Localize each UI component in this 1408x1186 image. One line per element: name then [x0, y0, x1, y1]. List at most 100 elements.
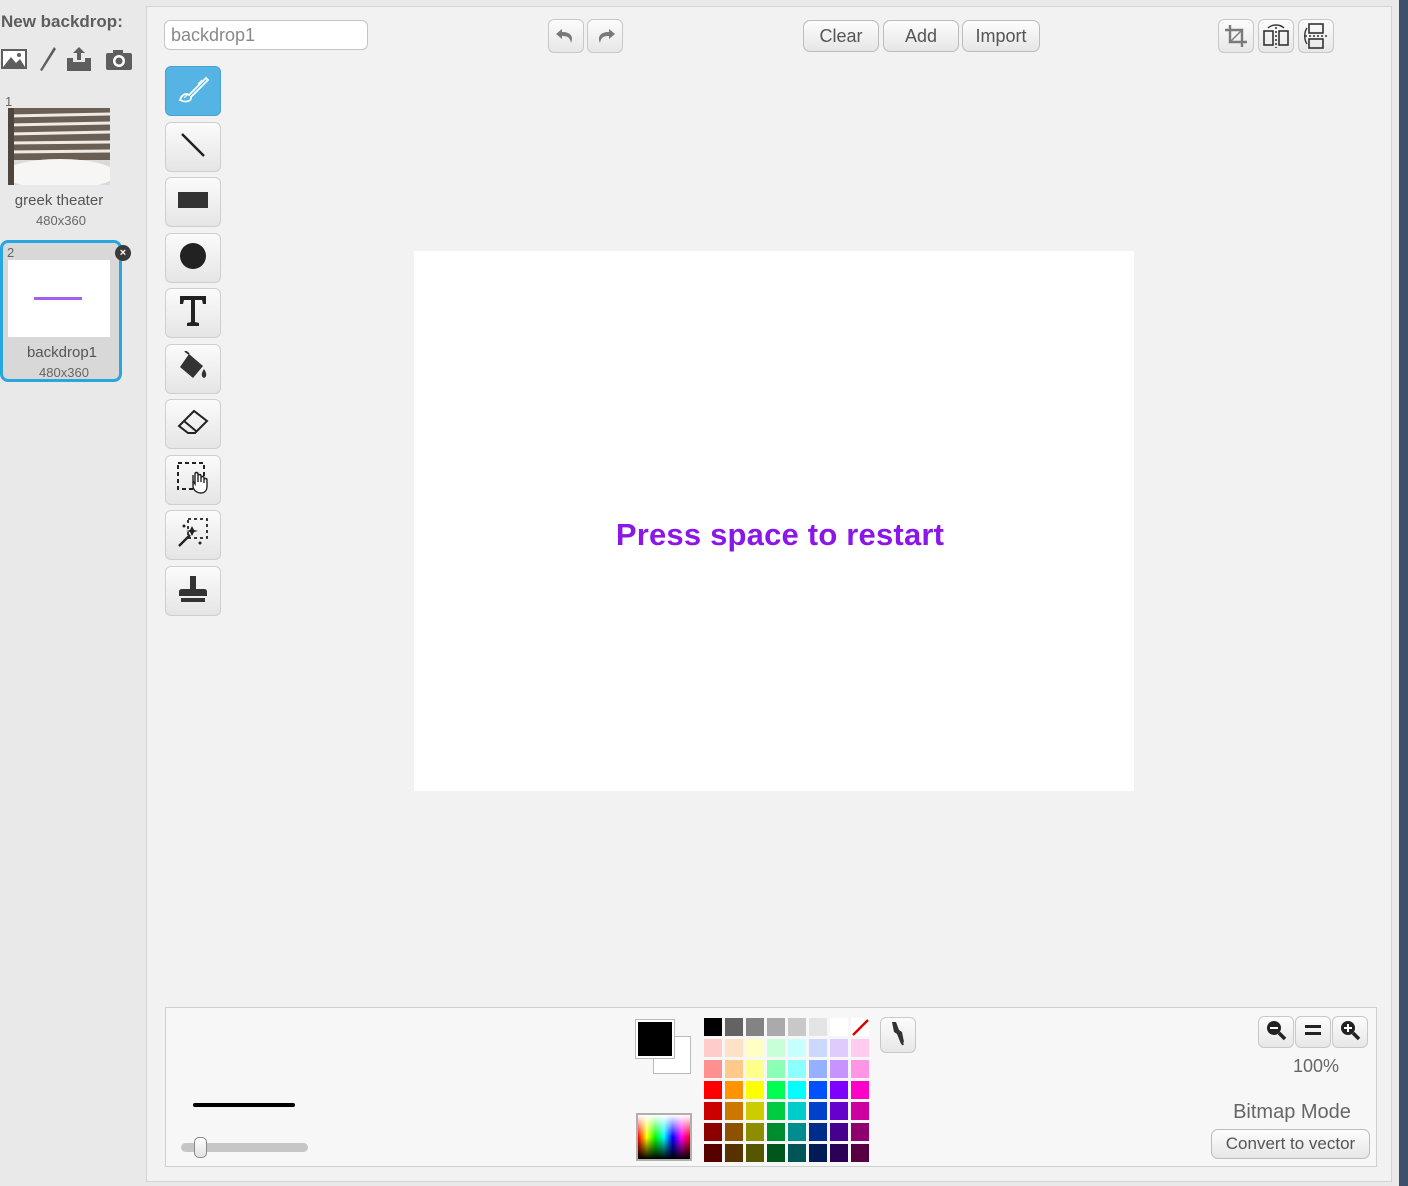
- color-swatch[interactable]: [830, 1060, 848, 1078]
- color-swatch[interactable]: [809, 1018, 827, 1036]
- color-swatch[interactable]: [851, 1081, 869, 1099]
- color-swatch[interactable]: [809, 1060, 827, 1078]
- color-swatch[interactable]: [746, 1039, 764, 1057]
- color-swatch[interactable]: [788, 1102, 806, 1120]
- color-swatch[interactable]: [746, 1102, 764, 1120]
- color-swatch[interactable]: [725, 1060, 743, 1078]
- select-and-duplicate-tool[interactable]: [165, 510, 221, 560]
- fill-icon: [177, 349, 209, 388]
- color-swatch[interactable]: [809, 1039, 827, 1057]
- delete-backdrop-icon[interactable]: ×: [115, 245, 131, 261]
- transparent-color-swatch[interactable]: [851, 1018, 869, 1036]
- color-swatch[interactable]: [809, 1102, 827, 1120]
- color-swatch[interactable]: [767, 1144, 785, 1162]
- upload-backdrop-icon[interactable]: [64, 44, 94, 74]
- drawing-canvas[interactable]: Press space to restart: [414, 251, 1134, 791]
- ellipse-tool[interactable]: [165, 233, 221, 283]
- backdrop-thumb-1[interactable]: 1 greek theater 480x360: [0, 94, 122, 242]
- crop-icon[interactable]: [1218, 19, 1254, 53]
- zoom-out-icon: [1265, 1019, 1287, 1046]
- color-swatch[interactable]: [788, 1039, 806, 1057]
- color-swatch[interactable]: [788, 1123, 806, 1141]
- color-swatch[interactable]: [704, 1144, 722, 1162]
- flip-vertical-icon[interactable]: [1298, 19, 1334, 53]
- eraser-tool[interactable]: [165, 399, 221, 449]
- fill-tool[interactable]: [165, 344, 221, 394]
- stamp-tool[interactable]: [165, 566, 221, 616]
- color-swatch[interactable]: [851, 1102, 869, 1120]
- color-swatch[interactable]: [809, 1123, 827, 1141]
- color-swatch[interactable]: [767, 1018, 785, 1036]
- zoom-in-button[interactable]: [1332, 1016, 1368, 1048]
- color-swatch[interactable]: [851, 1060, 869, 1078]
- choose-backdrop-library-icon[interactable]: [0, 44, 30, 74]
- color-swatch[interactable]: [725, 1144, 743, 1162]
- paint-new-backdrop-icon[interactable]: [33, 44, 63, 74]
- color-spectrum-picker[interactable]: [636, 1113, 692, 1161]
- color-swatch[interactable]: [788, 1060, 806, 1078]
- tool-properties-bar: 100% Bitmap Mode Convert to vector: [165, 1007, 1377, 1167]
- color-swatch[interactable]: [746, 1060, 764, 1078]
- color-swatch[interactable]: [767, 1060, 785, 1078]
- color-swatch[interactable]: [809, 1144, 827, 1162]
- color-swatch[interactable]: [746, 1144, 764, 1162]
- costume-name-input[interactable]: [164, 20, 368, 50]
- color-swatch[interactable]: [830, 1144, 848, 1162]
- backdrop-thumb-2[interactable]: 2 × backdrop1 480x360: [0, 240, 131, 382]
- color-swatch[interactable]: [725, 1039, 743, 1057]
- undo-icon[interactable]: [548, 19, 584, 53]
- color-swatch[interactable]: [767, 1123, 785, 1141]
- camera-backdrop-icon[interactable]: [104, 44, 134, 74]
- color-swatch[interactable]: [830, 1123, 848, 1141]
- thumbnail-text-preview: [34, 297, 82, 300]
- redo-icon[interactable]: [587, 19, 623, 53]
- color-swatch[interactable]: [851, 1123, 869, 1141]
- zoom-reset-button[interactable]: [1295, 1016, 1331, 1048]
- color-swatch[interactable]: [725, 1102, 743, 1120]
- line-tool[interactable]: [165, 122, 221, 172]
- color-swatch[interactable]: [746, 1018, 764, 1036]
- color-swatch[interactable]: [704, 1102, 722, 1120]
- color-swatch[interactable]: [704, 1039, 722, 1057]
- color-swatch[interactable]: [809, 1081, 827, 1099]
- color-swatch[interactable]: [830, 1102, 848, 1120]
- color-swatch[interactable]: [851, 1039, 869, 1057]
- color-swatch[interactable]: [704, 1060, 722, 1078]
- rectangle-icon: [177, 190, 209, 215]
- color-swatch[interactable]: [788, 1018, 806, 1036]
- color-swatch[interactable]: [746, 1123, 764, 1141]
- color-swatch[interactable]: [830, 1081, 848, 1099]
- color-swatch[interactable]: [767, 1102, 785, 1120]
- color-swatch[interactable]: [767, 1039, 785, 1057]
- zoom-in-icon: [1339, 1019, 1361, 1046]
- clear-button[interactable]: Clear: [803, 20, 879, 52]
- paint-editor: Clear Add Import Press space to resta: [146, 6, 1392, 1182]
- zoom-level: 100%: [1292, 1056, 1340, 1076]
- zoom-reset-icon: [1304, 1023, 1322, 1042]
- color-swatch[interactable]: [725, 1081, 743, 1099]
- primary-color-swatch[interactable]: [636, 1020, 674, 1058]
- zoom-out-button[interactable]: [1258, 1016, 1294, 1048]
- color-swatch[interactable]: [704, 1123, 722, 1141]
- color-swatch[interactable]: [788, 1144, 806, 1162]
- select-tool[interactable]: [165, 455, 221, 505]
- rectangle-tool[interactable]: [165, 177, 221, 227]
- color-swatch[interactable]: [704, 1018, 722, 1036]
- color-swatch[interactable]: [704, 1081, 722, 1099]
- color-swatch[interactable]: [830, 1018, 848, 1036]
- color-swatch[interactable]: [788, 1081, 806, 1099]
- convert-to-vector-button[interactable]: Convert to vector: [1211, 1129, 1370, 1159]
- brush-tool[interactable]: [165, 66, 221, 116]
- import-button[interactable]: Import: [962, 20, 1040, 52]
- add-button[interactable]: Add: [883, 20, 959, 52]
- color-swatch[interactable]: [767, 1081, 785, 1099]
- flip-horizontal-icon[interactable]: [1258, 19, 1294, 53]
- color-swatch[interactable]: [725, 1018, 743, 1036]
- color-swatch[interactable]: [830, 1039, 848, 1057]
- text-tool[interactable]: [165, 288, 221, 338]
- eyedropper-button[interactable]: [880, 1017, 916, 1053]
- color-swatch[interactable]: [746, 1081, 764, 1099]
- color-swatch[interactable]: [851, 1144, 869, 1162]
- color-swatch[interactable]: [725, 1123, 743, 1141]
- stroke-width-slider-thumb[interactable]: [194, 1137, 207, 1158]
